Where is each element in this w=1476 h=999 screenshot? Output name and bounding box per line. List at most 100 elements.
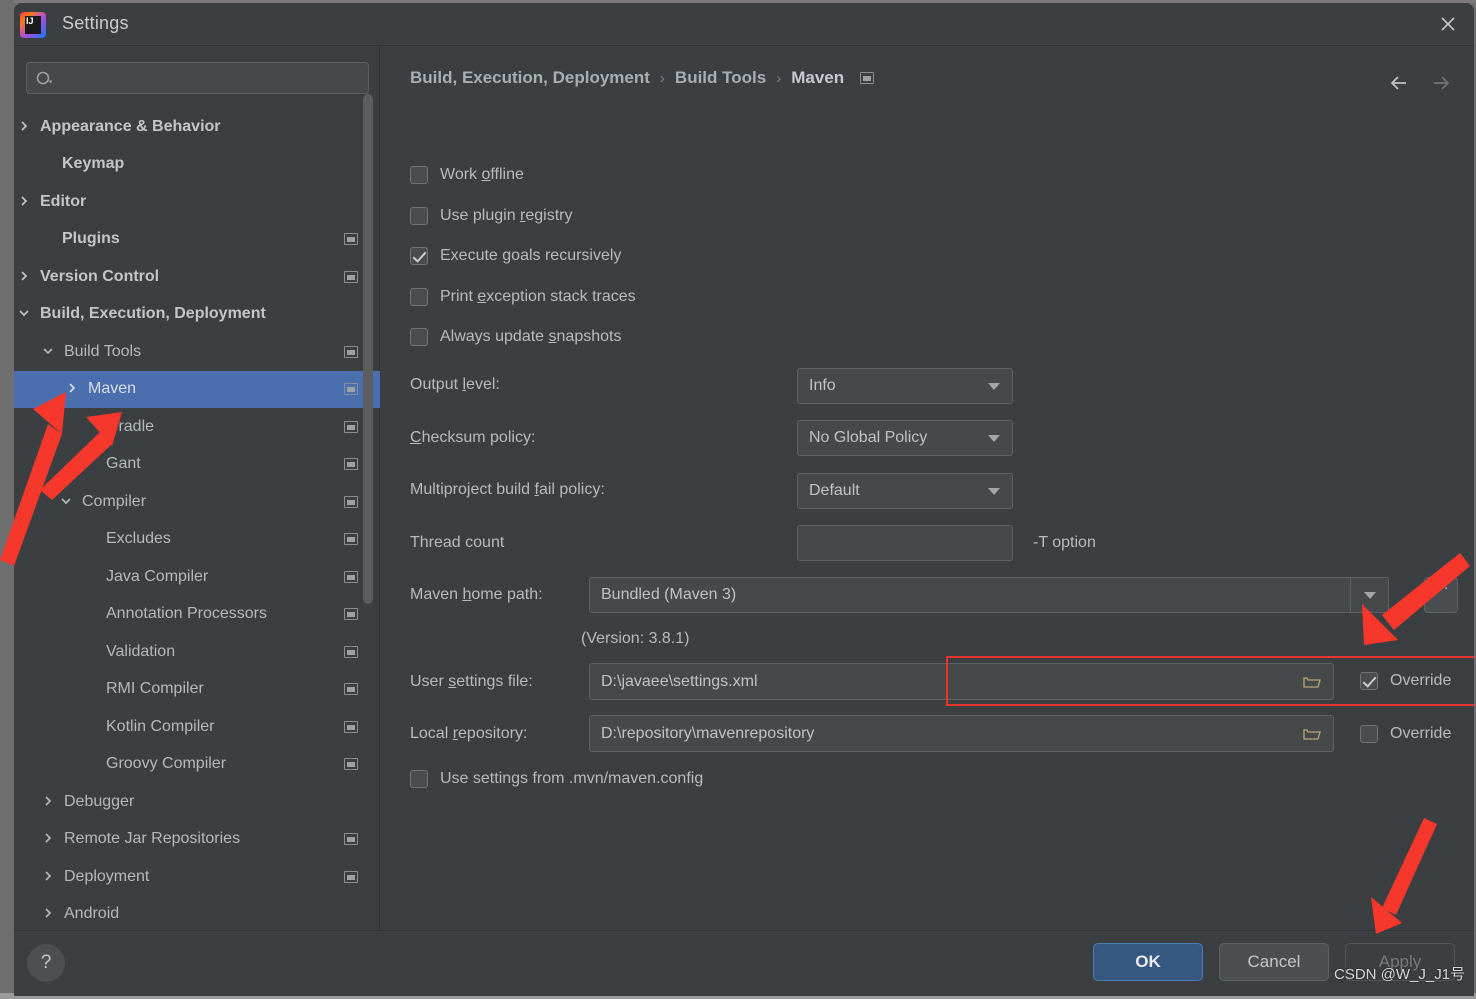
cancel-button[interactable]: Cancel <box>1219 943 1329 981</box>
checkbox-execute-goals-recursively[interactable]: Execute goals recursively <box>410 247 621 265</box>
sidebar-item-excludes[interactable]: Excludes <box>14 521 380 559</box>
sidebar-item-appearance-behavior[interactable]: Appearance & Behavior <box>14 108 380 146</box>
breadcrumb: Build, Execution, Deployment › Build Too… <box>410 68 875 88</box>
search-icon <box>35 70 55 93</box>
sidebar-item-label: Build, Execution, Deployment <box>40 305 266 323</box>
sidebar-item-label: Excludes <box>106 530 171 548</box>
maven-home-path-dropdown[interactable]: Bundled (Maven 3) <box>589 577 1389 613</box>
fail-policy-value: Default <box>809 482 860 499</box>
fail-policy-label: Multiproject build fail policy: <box>410 481 605 498</box>
sidebar-item-compiler[interactable]: Compiler <box>14 483 380 521</box>
checksum-policy-dropdown[interactable]: No Global Policy <box>797 420 1013 456</box>
sidebar-item-maven[interactable]: Maven <box>14 370 380 408</box>
mvn-config-checkbox[interactable]: Use settings from .mvn/maven.config <box>410 770 703 788</box>
fail-policy-dropdown[interactable]: Default <box>797 473 1013 509</box>
checkbox-label: Use plugin registry <box>440 207 573 224</box>
chevron-down-icon[interactable] <box>42 345 56 359</box>
sidebar-item-annotation-processors[interactable]: Annotation Processors <box>14 596 380 634</box>
sidebar-item-editor[interactable]: Editor <box>14 183 380 221</box>
sidebar-item-plugins[interactable]: Plugins <box>14 221 380 259</box>
user-settings-override-checkbox[interactable]: Override <box>1360 672 1451 690</box>
sidebar-item-label: Maven <box>88 380 137 398</box>
project-settings-icon <box>344 233 358 246</box>
checkbox-always-update-snapshots[interactable]: Always update snapshots <box>410 328 621 346</box>
sidebar-item-label: Validation <box>106 642 176 660</box>
output-level-value: Info <box>809 377 836 394</box>
sidebar-scrollbar-thumb[interactable] <box>363 94 373 604</box>
chevron-right-icon[interactable] <box>42 832 56 846</box>
sidebar-item-keymap[interactable]: Keymap <box>14 146 380 184</box>
maven-home-browse-button[interactable] <box>1424 576 1458 613</box>
project-settings-icon <box>344 533 358 546</box>
checkbox-use-plugin-registry[interactable]: Use plugin registry <box>410 207 573 225</box>
checkbox-icon[interactable] <box>410 328 428 346</box>
thread-count-input[interactable] <box>797 525 1013 561</box>
chevron-right-icon[interactable] <box>42 870 56 884</box>
sidebar-item-label: Appearance & Behavior <box>40 117 221 135</box>
nav-forward-button[interactable] <box>1426 70 1456 96</box>
user-settings-file-input[interactable]: D:\javaee\settings.xml <box>589 663 1334 700</box>
help-button[interactable] <box>27 944 65 982</box>
nav-back-button[interactable] <box>1386 70 1416 96</box>
checkbox-icon[interactable] <box>410 166 428 184</box>
sidebar-item-kotlin-compiler[interactable]: Kotlin Compiler <box>14 708 380 746</box>
sidebar-item-gradle[interactable]: Gradle <box>14 408 380 446</box>
user-settings-file-value: D:\javaee\settings.xml <box>601 672 758 690</box>
chevron-down-icon <box>988 488 1000 495</box>
folder-icon[interactable] <box>1303 726 1321 747</box>
sidebar-item-gant[interactable]: Gant <box>14 446 380 484</box>
chevron-right-icon[interactable] <box>18 120 32 134</box>
checkbox-icon[interactable] <box>1360 672 1378 690</box>
sidebar-item-android[interactable]: Android <box>14 896 380 934</box>
checkbox-work-offline[interactable]: Work offline <box>410 166 524 184</box>
checkbox-icon[interactable] <box>410 288 428 306</box>
watermark: CSDN @W_J_J1号 <box>1334 966 1466 983</box>
sidebar-item-build-tools[interactable]: Build Tools <box>14 333 380 371</box>
checkbox-icon[interactable] <box>410 770 428 788</box>
maven-home-path-label: Maven home path: <box>410 586 543 603</box>
chevron-down-icon <box>1364 592 1376 599</box>
checkbox-icon[interactable] <box>410 247 428 265</box>
sidebar-item-deployment[interactable]: Deployment <box>14 858 380 896</box>
sidebar-item-remote-jar-repositories[interactable]: Remote Jar Repositories <box>14 821 380 859</box>
chevron-right-icon[interactable] <box>18 195 32 209</box>
checksum-policy-label: Checksum policy: <box>410 429 536 446</box>
checkbox-print-exception-stack-traces[interactable]: Print exception stack traces <box>410 288 636 306</box>
chevron-right-icon[interactable] <box>42 795 56 809</box>
breadcrumb-part-3: Maven <box>791 68 845 87</box>
chevron-down-icon[interactable] <box>60 495 74 509</box>
chevron-right-icon[interactable] <box>18 270 32 284</box>
chevron-right-icon[interactable] <box>66 382 80 396</box>
breadcrumb-part-2[interactable]: Build Tools <box>675 68 766 88</box>
checkbox-label: Always update snapshots <box>440 328 622 345</box>
local-repository-label: Local repository: <box>410 725 528 742</box>
search-box[interactable] <box>26 62 369 94</box>
checkbox-icon[interactable] <box>410 207 428 225</box>
settings-dialog: Settings Appearance & BehaviorKey <box>14 3 1474 996</box>
local-repository-input[interactable]: D:\repository\mavenrepository <box>589 715 1334 752</box>
dialog-footer: OK Cancel Apply <box>14 930 1474 996</box>
sidebar-item-label: RMI Compiler <box>106 680 204 698</box>
chevron-right-icon[interactable] <box>42 907 56 921</box>
sidebar-item-rmi-compiler[interactable]: RMI Compiler <box>14 671 380 709</box>
folder-icon[interactable] <box>1303 674 1321 695</box>
local-repository-override-label: Override <box>1390 725 1452 742</box>
sidebar-item-build-execution-deployment[interactable]: Build, Execution, Deployment <box>14 296 380 334</box>
output-level-dropdown[interactable]: Info <box>797 368 1013 404</box>
checkbox-icon[interactable] <box>1360 725 1378 743</box>
sidebar-item-groovy-compiler[interactable]: Groovy Compiler <box>14 746 380 784</box>
search-input[interactable] <box>63 63 363 93</box>
sidebar-item-version-control[interactable]: Version Control <box>14 258 380 296</box>
close-icon[interactable] <box>1430 7 1466 41</box>
breadcrumb-part-1[interactable]: Build, Execution, Deployment <box>410 68 650 88</box>
sidebar-item-label: Gant <box>106 455 141 473</box>
ok-button[interactable]: OK <box>1093 943 1203 981</box>
sidebar-item-java-compiler[interactable]: Java Compiler <box>14 558 380 596</box>
sidebar-item-debugger[interactable]: Debugger <box>14 783 380 821</box>
chevron-down-icon[interactable] <box>18 307 32 321</box>
local-repository-override-checkbox[interactable]: Override <box>1360 725 1451 743</box>
project-settings-icon <box>344 420 358 433</box>
sidebar-item-validation[interactable]: Validation <box>14 633 380 671</box>
checksum-policy-value: No Global Policy <box>809 429 928 446</box>
checkbox-label: Execute goals recursively <box>440 247 622 264</box>
